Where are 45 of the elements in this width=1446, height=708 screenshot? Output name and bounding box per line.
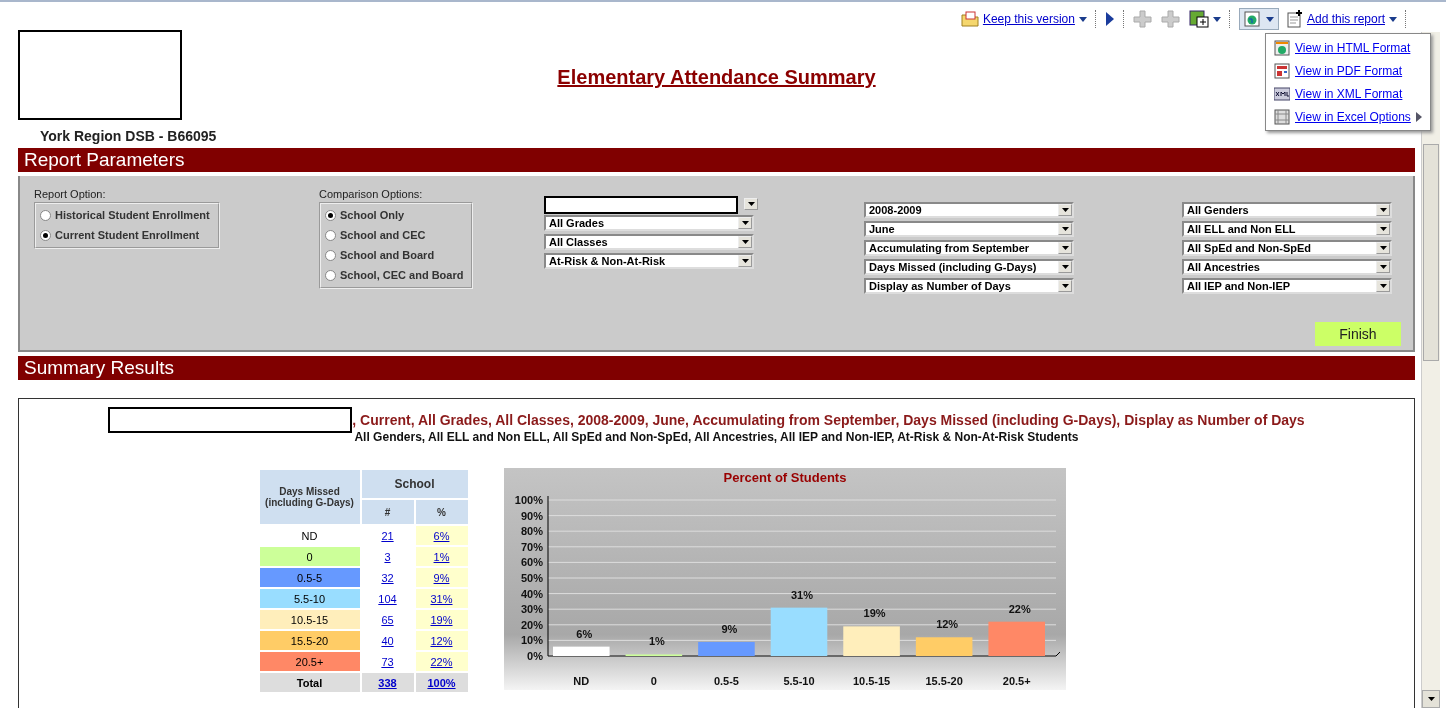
axis-tick-label: 10% <box>520 634 543 647</box>
axis-tick-label: 100% <box>514 494 543 506</box>
criteria-text: , Current, All Grades, All Classes, 2008-2009, June, Accumulating from September, Days Missed (including G-Days), Display as Number of Days <box>352 412 1305 428</box>
axis-tick-label: 80% <box>520 525 543 538</box>
axis-tick-label: 90% <box>520 509 543 522</box>
axis-category-label: 0 <box>650 675 657 687</box>
bar-value-label: 6% <box>575 627 592 640</box>
axis-tick-label: 60% <box>520 556 543 569</box>
axis-tick-label: 0% <box>526 650 543 662</box>
table-cell: 5.5-10 <box>259 589 360 608</box>
column-header: School <box>361 470 468 499</box>
axis-tick-label: 50% <box>520 572 543 584</box>
section-header: Summary Results <box>18 356 1415 380</box>
group-label: Comparison Options: <box>319 188 424 200</box>
bar-value-label: 31% <box>790 588 813 601</box>
column-header: % <box>415 500 468 524</box>
axis-category-label: 20.5+ <box>1002 675 1031 687</box>
table-cell: 0.5-5 <box>259 568 360 587</box>
column-header: Days Missed (including G-Days) <box>259 470 360 524</box>
axis-category-label: ND <box>572 675 589 687</box>
table-cell: 15.5-20 <box>259 631 360 650</box>
section-header: Report Parameters <box>18 148 1415 172</box>
axis-tick-label: 40% <box>520 587 543 600</box>
axis-tick-label: 70% <box>520 540 543 553</box>
axis-category-label: 15.5-20 <box>925 675 963 687</box>
axis-category-label: 10.5-15 <box>852 675 890 687</box>
bar-value-label: 22% <box>1008 602 1031 615</box>
table-cell: 0 <box>259 547 360 566</box>
chart-title: Percent of Students <box>723 470 846 485</box>
axis-category-label: 0.5-5 <box>713 675 739 687</box>
bar-value-label: 19% <box>863 607 886 620</box>
bar-value-label: 9% <box>721 622 737 635</box>
filters-text: All Genders, All ELL and Non ELL, All SpEd and Non-SpEd, All Ancestries, All IEP and Non-IEP, At-Risk & Non-At-Risk Students <box>354 430 1079 444</box>
table-cell: 10.5-15 <box>259 610 360 629</box>
organization-label: York Region DSB - B66095 <box>39 128 218 144</box>
table-cell: Total <box>259 673 360 692</box>
axis-tick-label: 20% <box>520 618 543 631</box>
table-cell: 20.5+ <box>259 652 360 671</box>
column-header: # <box>361 500 414 524</box>
report-title: Elementary Attendance Summary <box>556 66 877 90</box>
axis-category-label: 5.5-10 <box>782 675 815 687</box>
axis-tick-label: 30% <box>520 603 543 616</box>
group-label: Report Option: <box>34 188 107 200</box>
bar-value-label: 12% <box>935 618 958 631</box>
bar-value-label: 1% <box>648 635 665 648</box>
